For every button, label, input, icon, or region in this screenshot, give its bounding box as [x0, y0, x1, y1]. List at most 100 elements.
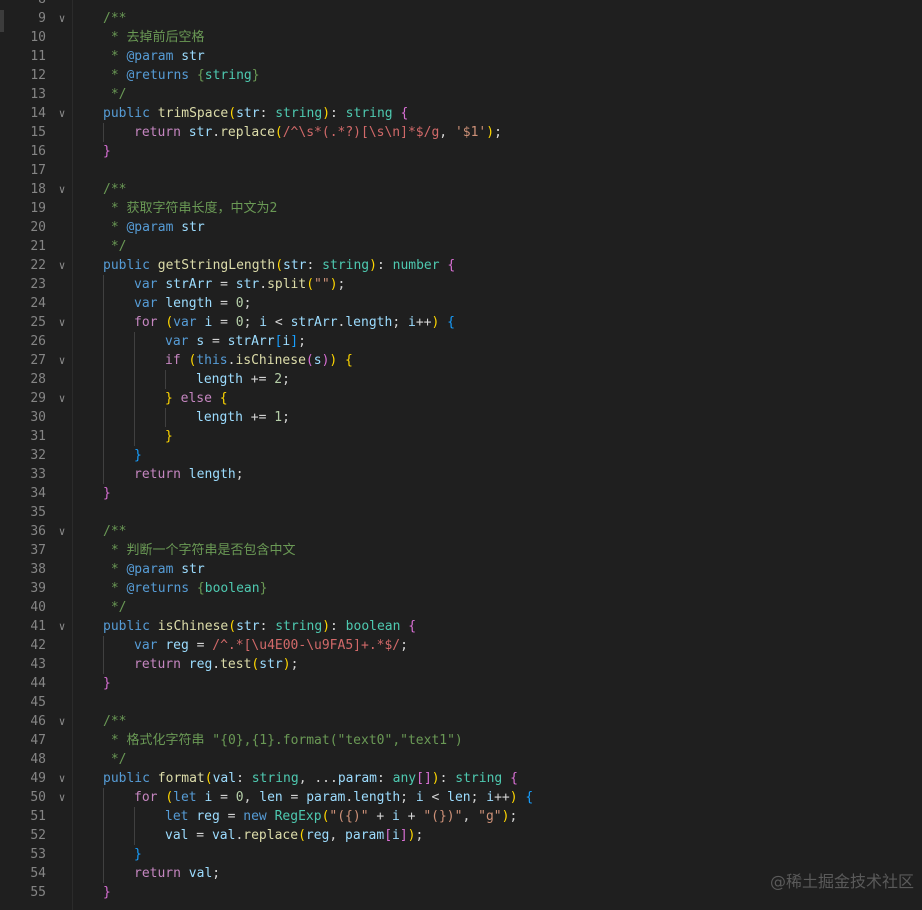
- code-token: reg: [165, 638, 189, 653]
- code-token: {: [447, 258, 456, 273]
- code-token: strArr: [165, 277, 213, 292]
- code-token: isChinese: [235, 353, 306, 368]
- code-line[interactable]: 12 * @returns {string}: [0, 66, 922, 85]
- code-line[interactable]: 22 ∨ public getStringLength(str: string): …: [0, 256, 922, 275]
- code-line[interactable]: 24 var length = 0;: [0, 294, 922, 313]
- code-token: strArr: [227, 334, 275, 349]
- code-token: =: [282, 790, 307, 805]
- code-line[interactable]: 28 length += 2;: [0, 370, 922, 389]
- indent-guide: [134, 370, 135, 389]
- chevron-down-icon[interactable]: ∨: [55, 313, 69, 332]
- code-line[interactable]: 32}: [0, 446, 922, 465]
- code-line[interactable]: 17: [0, 161, 922, 180]
- code-line[interactable]: 35: [0, 503, 922, 522]
- code-line[interactable]: 49 ∨ public format(val: string, ...param: …: [0, 769, 922, 788]
- line-number: 37: [30, 543, 46, 558]
- code-line[interactable]: 47 * 格式化字符串 "{0},{1}.format("text0","tex…: [0, 731, 922, 750]
- chevron-down-icon[interactable]: ∨: [55, 617, 69, 636]
- code-line[interactable]: 48 */: [0, 750, 922, 769]
- code-line[interactable]: 30 length += 1;: [0, 408, 922, 427]
- code-token: return: [134, 125, 189, 140]
- code-token: i: [392, 809, 400, 824]
- code-token: for: [134, 315, 166, 330]
- code-line[interactable]: 36 ∨ /**: [0, 522, 922, 541]
- code-text: /**: [103, 9, 126, 28]
- code-line[interactable]: 42 var reg = /^.*[\u4E00-\u9FA5]+.*$/;: [0, 636, 922, 655]
- line-number: 31: [30, 429, 46, 444]
- code-line[interactable]: 14 ∨ public trimSpace(str: string): string…: [0, 104, 922, 123]
- code-line[interactable]: 16}: [0, 142, 922, 161]
- code-line[interactable]: 41 ∨ public isChinese(str: string): boolea…: [0, 617, 922, 636]
- code-line[interactable]: 18 ∨ /**: [0, 180, 922, 199]
- code-line[interactable]: 46 ∨ /**: [0, 712, 922, 731]
- code-line[interactable]: 27 ∨ if (this.isChinese(s)) {: [0, 351, 922, 370]
- chevron-down-icon[interactable]: ∨: [55, 180, 69, 199]
- line-number: 19: [30, 201, 46, 216]
- code-line[interactable]: 11 * @param str: [0, 47, 922, 66]
- code-line[interactable]: 29 ∨} else {: [0, 389, 922, 408]
- chevron-down-icon[interactable]: ∨: [55, 769, 69, 788]
- code-token: ;: [212, 866, 221, 881]
- code-line[interactable]: 13 */: [0, 85, 922, 104]
- line-number: 54: [30, 866, 46, 881]
- chevron-down-icon[interactable]: ∨: [55, 788, 69, 807]
- code-token: (: [165, 315, 174, 330]
- code-token: length: [196, 372, 243, 387]
- code-line[interactable]: 37 * 判断一个字符串是否包含中文: [0, 541, 922, 560]
- code-token: }: [259, 581, 268, 596]
- code-token: var: [173, 315, 205, 330]
- indent-guide: [103, 636, 104, 655]
- code-token: (: [165, 790, 174, 805]
- code-line[interactable]: 33 return length;: [0, 465, 922, 484]
- code-line[interactable]: 21 */: [0, 237, 922, 256]
- chevron-down-icon[interactable]: ∨: [55, 9, 69, 28]
- code-text: return str.replace(/^\s*(.*?)[\s\n]*$/g,…: [134, 123, 502, 142]
- code-text: */: [103, 750, 127, 769]
- code-line[interactable]: 9 ∨ /**: [0, 9, 922, 28]
- code-line[interactable]: 51 let reg = new RegExp("({)" + i + "(})"…: [0, 807, 922, 826]
- code-editor[interactable]: 89∨/**10 * 去掉前后空格11 * @param str12 * @re…: [0, 0, 922, 910]
- code-token: ;: [392, 315, 408, 330]
- code-line[interactable]: 23 var strArr = str.split("");: [0, 275, 922, 294]
- code-text: /**: [103, 522, 126, 541]
- code-line[interactable]: 31}: [0, 427, 922, 446]
- code-line[interactable]: 34}: [0, 484, 922, 503]
- chevron-down-icon[interactable]: ∨: [55, 256, 69, 275]
- code-token: val: [211, 828, 236, 843]
- code-token: reg: [196, 809, 220, 824]
- code-line[interactable]: 50 ∨ for (let i = 0, len = param.length; i…: [0, 788, 922, 807]
- indent-guide: [103, 864, 104, 883]
- code-line[interactable]: 8: [0, 0, 922, 9]
- code-token: (: [305, 353, 314, 368]
- code-line[interactable]: 10 * 去掉前后空格: [0, 28, 922, 47]
- code-line[interactable]: 26 var s = strArr[i];: [0, 332, 922, 351]
- code-line[interactable]: 43 return reg.test(str);: [0, 655, 922, 674]
- code-line[interactable]: 52 val = val.replace(reg, param[i]);: [0, 826, 922, 845]
- code-line[interactable]: 25 ∨ for (var i = 0; i < strArr.length; i+…: [0, 313, 922, 332]
- code-token: getStringLength: [157, 258, 276, 273]
- code-line[interactable]: 20 * @param str: [0, 218, 922, 237]
- chevron-down-icon[interactable]: ∨: [55, 522, 69, 541]
- code-token: i: [259, 315, 268, 330]
- code-token: length: [188, 467, 236, 482]
- code-line[interactable]: 39 * @returns {boolean}: [0, 579, 922, 598]
- code-token: ;: [400, 790, 416, 805]
- code-line[interactable]: 40 */: [0, 598, 922, 617]
- indent-guide: [134, 389, 135, 408]
- code-line[interactable]: 19 * 获取字符串长度，中文为2: [0, 199, 922, 218]
- code-token: */: [103, 239, 127, 254]
- code-line[interactable]: 15 return str.replace(/^\s*(.*?)[\s\n]*$/…: [0, 123, 922, 142]
- code-token: ;: [243, 315, 260, 330]
- chevron-down-icon[interactable]: ∨: [55, 712, 69, 731]
- code-token: 1: [274, 410, 283, 425]
- code-line[interactable]: 44}: [0, 674, 922, 693]
- code-token: /^\s*(.*?)[\s\n]*$/g: [282, 125, 440, 140]
- chevron-down-icon[interactable]: ∨: [55, 104, 69, 123]
- chevron-down-icon[interactable]: ∨: [55, 351, 69, 370]
- code-line[interactable]: 53}: [0, 845, 922, 864]
- chevron-down-icon[interactable]: ∨: [55, 389, 69, 408]
- code-token: .: [345, 790, 354, 805]
- code-line[interactable]: 45: [0, 693, 922, 712]
- code-line[interactable]: 38 * @param str: [0, 560, 922, 579]
